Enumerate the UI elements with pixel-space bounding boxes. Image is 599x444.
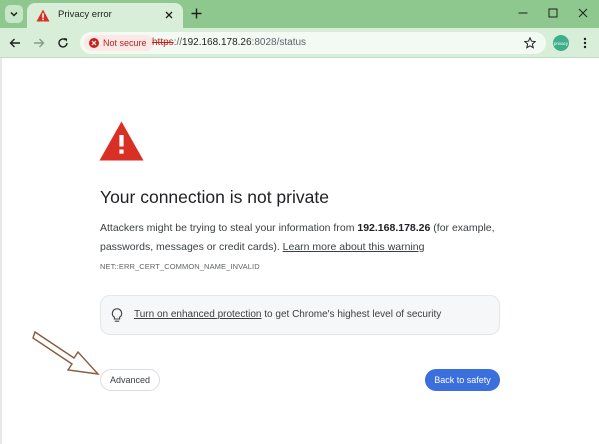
new-tab-button[interactable] [188, 5, 204, 21]
chrome-menu-button[interactable] [578, 35, 592, 51]
maximize-button[interactable] [546, 6, 560, 20]
maximize-icon [548, 8, 558, 18]
protection-text: Turn on enhanced protection to get Chrom… [134, 309, 441, 320]
minimize-icon [518, 12, 528, 14]
description-prefix: Attackers might be trying to steal your … [100, 222, 358, 234]
arrow-right-icon [34, 38, 45, 48]
back-to-safety-button[interactable]: Back to safety [425, 369, 500, 391]
warning-triangle-icon [99, 121, 144, 161]
url-path: :8028/status [251, 37, 307, 48]
url-separator: :// [173, 37, 183, 48]
back-button[interactable] [6, 34, 24, 52]
error-code: NET::ERR_CERT_COMMON_NAME_INVALID [100, 262, 260, 271]
not-secure-chip[interactable]: Not secure [84, 35, 154, 51]
url-text[interactable]: https://192.168.178.26:8028/status [152, 37, 306, 48]
arrow-left-icon [9, 38, 20, 48]
alert-circle-icon [89, 38, 99, 48]
warning-description: Attackers might be trying to steal your … [100, 219, 510, 257]
star-icon [524, 37, 536, 49]
page-left-edge [0, 58, 2, 444]
reload-icon [58, 38, 68, 48]
close-icon [578, 8, 588, 18]
profile-avatar[interactable]: privacy [553, 35, 569, 51]
browser-toolbar: Not secure https://192.168.178.26:8028/s… [0, 28, 599, 58]
bookmark-button[interactable] [522, 35, 538, 51]
reload-button[interactable] [54, 34, 72, 52]
more-vertical-icon [583, 37, 587, 49]
profile-label: privacy [553, 40, 569, 46]
description-host: 192.168.178.26 [357, 222, 431, 234]
url-host: 192.168.178.26 [182, 37, 252, 48]
tab-close-button[interactable] [162, 8, 176, 22]
annotation-arrow-icon [32, 330, 100, 375]
tab-title: Privacy error [58, 9, 112, 20]
address-bar[interactable]: Not secure https://192.168.178.26:8028/s… [80, 32, 546, 54]
url-scheme: https [152, 37, 174, 48]
minimize-button[interactable] [516, 6, 530, 20]
lightbulb-icon [111, 308, 123, 322]
enhanced-protection-link[interactable]: Turn on enhanced protection [134, 309, 262, 320]
warning-icon [36, 9, 50, 22]
forward-button[interactable] [30, 34, 48, 52]
plus-icon [191, 8, 201, 18]
tab-privacy-error[interactable]: Privacy error [27, 3, 183, 28]
close-icon [165, 11, 173, 19]
page-title: Your connection is not private [100, 187, 329, 207]
advanced-button[interactable]: Advanced [100, 369, 160, 391]
enhanced-protection-banner: Turn on enhanced protection to get Chrom… [100, 295, 500, 335]
tab-search-button[interactable] [5, 5, 23, 23]
close-window-button[interactable] [576, 6, 590, 20]
chevron-down-icon [10, 11, 18, 17]
not-secure-label: Not secure [103, 38, 147, 48]
protection-rest: to get Chrome's highest level of securit… [261, 309, 442, 320]
title-bar: Privacy error [0, 0, 599, 28]
learn-more-link[interactable]: Learn more about this warning [283, 241, 425, 253]
